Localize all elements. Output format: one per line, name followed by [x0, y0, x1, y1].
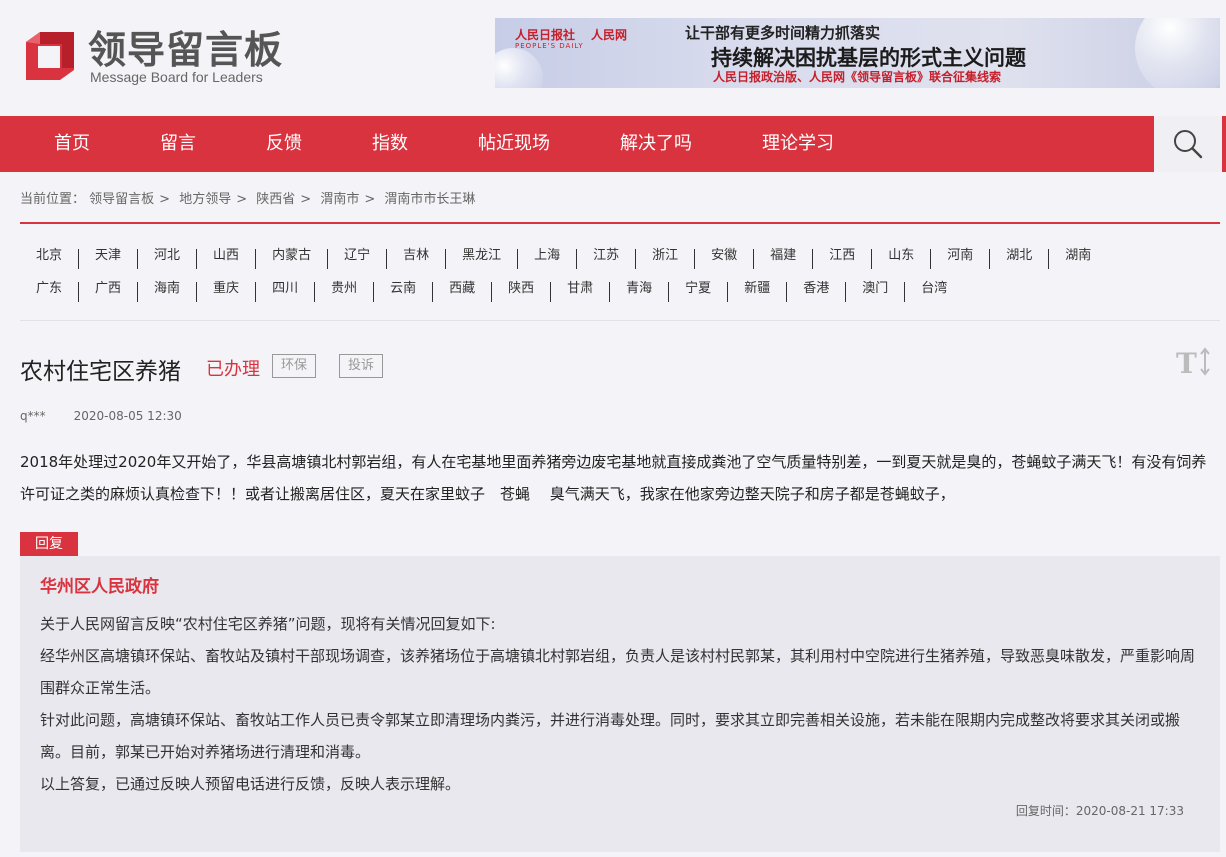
reply-paragraph: 经华州区高塘镇环保站、畜牧站及镇村干部现场调查，该养猪场位于高塘镇北村郭岩组，负…: [40, 647, 1196, 697]
nav-item-theory[interactable]: 理论学习: [762, 116, 834, 172]
province-link[interactable]: 澳门: [845, 282, 904, 302]
bubble-decoration: [1135, 18, 1220, 88]
province-link[interactable]: 新疆: [727, 282, 786, 302]
post-content: 2018年处理过2020年又开始了，华县高塘镇北村郭岩组，有人在宅基地里面养猪旁…: [20, 453, 1207, 503]
banner-brand-peoples-daily: 人民日报社: [515, 28, 576, 42]
post-meta: q*** 2020-08-05 12:30: [20, 409, 182, 423]
logo-mark-icon: [26, 32, 74, 80]
reply-label: 回复: [20, 532, 78, 556]
province-list-row: 北京 天津 河北 山西 内蒙古 辽宁 吉林 黑龙江 上海 江苏 浙江 安徽 福建 江西 山东 河南 湖北 湖南: [20, 249, 1107, 269]
breadcrumb-separator: >: [364, 192, 376, 207]
logo-text-cn: 领导留言板: [88, 28, 284, 72]
nav-item-message[interactable]: 留言: [160, 116, 196, 172]
breadcrumb: 当前位置： 领导留言板 > 地方领导 > 陕西省 > 渭南市 > 渭南市市长王琳: [20, 188, 475, 207]
promo-banner[interactable]: 人民日报社 PEOPLE'S DAILY 人民网 让干部有更多时间精力抓落实 持…: [495, 18, 1220, 88]
province-link[interactable]: 海南: [137, 282, 196, 302]
province-link[interactable]: 黑龙江: [445, 249, 517, 269]
nav-item-resolved[interactable]: 解决了吗: [620, 116, 692, 172]
logo-text-en: Message Board for Leaders: [90, 69, 263, 85]
province-link[interactable]: 西藏: [432, 282, 491, 302]
page-header: 领导留言板 Message Board for Leaders 人民日报社 PE…: [0, 0, 1226, 116]
province-link[interactable]: 陕西: [491, 282, 550, 302]
breadcrumb-separator: >: [236, 192, 248, 207]
status-badge: 已办理: [206, 359, 260, 380]
post-title: 农村住宅区养猪: [20, 359, 181, 385]
breadcrumb-item[interactable]: 渭南市: [320, 192, 359, 207]
reply-paragraph: 以上答复，已通过反映人预留电话进行反馈，反映人表示理解。: [40, 775, 461, 793]
province-link[interactable]: 安徽: [694, 249, 753, 269]
province-link[interactable]: 甘肃: [550, 282, 609, 302]
province-link[interactable]: 山东: [871, 249, 930, 269]
breadcrumb-separator: >: [300, 192, 312, 207]
province-link[interactable]: 四川: [255, 282, 314, 302]
nav-item-home[interactable]: 首页: [54, 116, 90, 172]
bubble-decoration: [495, 48, 543, 88]
site-logo[interactable]: 领导留言板 Message Board for Leaders: [22, 28, 292, 88]
reply-organization: 华州区人民政府: [40, 577, 159, 597]
province-link[interactable]: 宁夏: [668, 282, 727, 302]
province-link[interactable]: 北京: [20, 249, 78, 269]
banner-brand-sub: PEOPLE'S DAILY: [515, 42, 584, 50]
reply-paragraph: 关于人民网留言反映“农村住宅区养猪”问题，现将有关情况回复如下:: [40, 615, 496, 633]
province-link[interactable]: 江苏: [576, 249, 635, 269]
province-link[interactable]: 江西: [812, 249, 871, 269]
breadcrumb-item[interactable]: 渭南市市长王琳: [384, 192, 475, 207]
tag-complaint[interactable]: 投诉: [339, 354, 384, 378]
province-link[interactable]: 河南: [930, 249, 989, 269]
province-link[interactable]: 青海: [609, 282, 668, 302]
main-nav: 首页 留言 反馈 指数 帖近现场 解决了吗 理论学习: [0, 116, 1226, 172]
province-link[interactable]: 湖北: [989, 249, 1048, 269]
banner-brand-people-cn: 人民网: [591, 28, 628, 42]
province-link[interactable]: 天津: [78, 249, 137, 269]
breadcrumb-item[interactable]: 领导留言板: [89, 192, 154, 207]
province-link[interactable]: 重庆: [196, 282, 255, 302]
breadcrumb-separator: >: [159, 192, 171, 207]
breadcrumb-item[interactable]: 地方领导: [179, 192, 231, 207]
province-link[interactable]: 贵州: [314, 282, 373, 302]
post-date: 2020-08-05 12:30: [73, 409, 182, 423]
province-link[interactable]: 湖南: [1048, 249, 1107, 269]
province-link[interactable]: 台湾: [904, 282, 963, 302]
reply-content: 关于人民网留言反映“农村住宅区养猪”问题，现将有关情况回复如下: 经华州区高塘镇…: [40, 608, 1200, 800]
province-link[interactable]: 广西: [78, 282, 137, 302]
reply-time-label: 回复时间：: [1015, 804, 1076, 818]
tag-environment[interactable]: 环保: [272, 354, 317, 378]
province-link[interactable]: 上海: [517, 249, 576, 269]
svg-text:T: T: [1176, 347, 1197, 378]
province-link[interactable]: 吉林: [386, 249, 445, 269]
nav-item-feedback[interactable]: 反馈: [266, 116, 302, 172]
section-divider: [20, 222, 1220, 224]
banner-subline: 人民日报政治版、人民网《领导留言板》联合征集线索: [713, 70, 1002, 84]
province-link[interactable]: 福建: [753, 249, 812, 269]
reply-time: 回复时间：2020-08-21 17:33: [1016, 802, 1184, 819]
reply-time-value: 2020-08-21 17:33: [1075, 804, 1184, 818]
province-link[interactable]: 山西: [196, 249, 255, 269]
province-link[interactable]: 辽宁: [327, 249, 386, 269]
font-size-icon[interactable]: T: [1176, 346, 1212, 378]
nav-item-index[interactable]: 指数: [372, 116, 408, 172]
breadcrumb-item[interactable]: 陕西省: [256, 192, 295, 207]
province-link[interactable]: 浙江: [635, 249, 694, 269]
province-list-row: 广东 广西 海南 重庆 四川 贵州 云南 西藏 陕西 甘肃 青海 宁夏 新疆 香港 澳门 台湾: [20, 282, 963, 302]
province-link[interactable]: 云南: [373, 282, 432, 302]
province-link[interactable]: 内蒙古: [255, 249, 327, 269]
breadcrumb-prefix: 当前位置：: [20, 192, 86, 207]
province-link[interactable]: 广东: [20, 282, 78, 302]
search-icon: [1174, 130, 1203, 159]
reply-box: 华州区人民政府 关于人民网留言反映“农村住宅区养猪”问题，现将有关情况回复如下:…: [20, 556, 1220, 852]
nav-item-field[interactable]: 帖近现场: [478, 116, 550, 172]
reply-paragraph: 针对此问题，高塘镇环保站、畜牧站工作人员已责令郭某立即清理场内粪污，并进行消毒处…: [40, 711, 1181, 761]
banner-headline-1: 让干部有更多时间精力抓落实: [685, 24, 881, 42]
province-link[interactable]: 河北: [137, 249, 196, 269]
divider: [20, 320, 1220, 321]
author: q***: [20, 409, 46, 423]
search-button[interactable]: [1154, 116, 1222, 172]
province-link[interactable]: 香港: [786, 282, 845, 302]
